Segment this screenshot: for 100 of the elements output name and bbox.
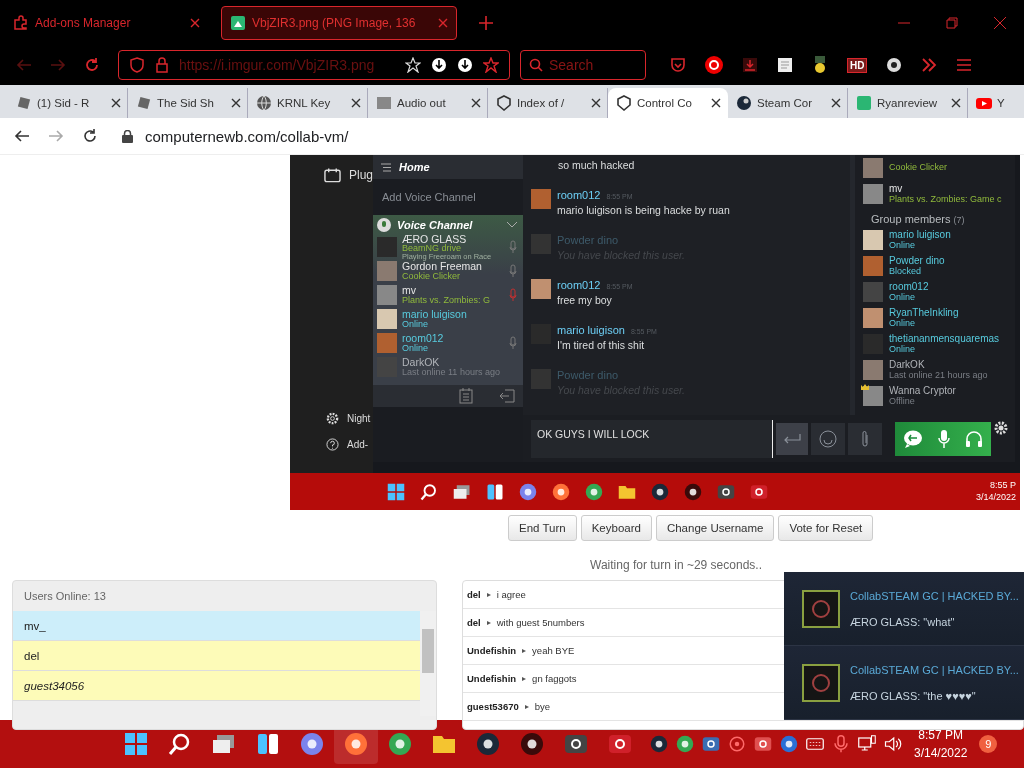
overflow-icon[interactable]: [921, 57, 938, 73]
member-name[interactable]: DarkOK: [889, 360, 988, 371]
close-icon[interactable]: [951, 98, 961, 108]
member-name[interactable]: room012: [889, 282, 929, 293]
user-row[interactable]: guest34056: [13, 671, 420, 701]
search-icon[interactable]: [419, 482, 438, 501]
close-icon[interactable]: [231, 98, 241, 108]
browser-tab[interactable]: Control Co: [608, 88, 728, 118]
member-name[interactable]: Gordon Freeman: [402, 261, 504, 272]
vm-control-button[interactable]: Vote for Reset: [778, 515, 874, 541]
star-icon[interactable]: [483, 57, 499, 73]
vm-screen[interactable]: [290, 155, 1020, 510]
widgets-icon[interactable]: [256, 732, 280, 756]
app-icon[interactable]: [520, 732, 544, 756]
tray-icon[interactable]: [650, 735, 668, 753]
member-name[interactable]: room012: [402, 333, 504, 344]
mic-icon[interactable]: [938, 428, 950, 449]
menu-item[interactable]: Night: [347, 412, 371, 424]
windows-logo-icon[interactable]: [124, 732, 148, 756]
notification-toast[interactable]: CollabSTEAM GC | HACKED BY... ÆRO GLASS: "the ♥♥♥♥": [784, 646, 1024, 720]
play-icon: [976, 95, 992, 111]
avatar: [531, 189, 551, 209]
chat-bubble-icon[interactable]: [902, 429, 923, 448]
camera-icon[interactable]: [749, 482, 768, 501]
member-status: Plants vs. Zombies: G: [402, 295, 492, 305]
vm-control-button[interactable]: End Turn: [508, 515, 577, 541]
notification-text: ÆRO GLASS: "what": [850, 615, 956, 628]
widgets-icon[interactable]: [485, 482, 504, 501]
member-status: Cookie Clicker: [402, 271, 462, 281]
avatar: [377, 309, 397, 329]
tray-icon[interactable]: [676, 735, 694, 753]
reload-icon[interactable]: [82, 128, 98, 144]
search-icon[interactable]: [168, 732, 192, 756]
close-icon[interactable]: [111, 98, 121, 108]
task-view-icon[interactable]: [212, 732, 236, 756]
member-name[interactable]: mario luigison: [402, 309, 517, 320]
menu-item[interactable]: Plug: [348, 168, 373, 182]
notepad-icon[interactable]: [459, 388, 473, 404]
add-voice-channel[interactable]: Add Voice Channel: [373, 179, 523, 215]
menu-item[interactable]: Add-: [347, 438, 369, 450]
emoji-button[interactable]: [811, 422, 845, 455]
member-name[interactable]: Powder dino: [889, 256, 945, 267]
network-icon[interactable]: [858, 735, 876, 753]
user-row[interactable]: mv_: [13, 611, 420, 641]
member-name[interactable]: ÆRO GLASS: [402, 233, 504, 244]
windows-logo-icon[interactable]: [386, 482, 405, 501]
message-author[interactable]: mario luigison: [557, 324, 625, 336]
member-name[interactable]: DarkOK: [402, 357, 517, 368]
member-name[interactable]: thetiananmensquaremas: [889, 334, 1000, 345]
attach-button[interactable]: [848, 422, 882, 455]
note-icon[interactable]: [777, 57, 793, 73]
close-icon[interactable]: [471, 98, 481, 108]
message-author[interactable]: room012: [557, 279, 601, 291]
task-view-icon[interactable]: [452, 482, 471, 501]
menu-icon[interactable]: [956, 58, 973, 72]
back-icon[interactable]: [14, 128, 30, 144]
member-name[interactable]: mv: [889, 184, 1002, 195]
headphones-icon[interactable]: [965, 429, 984, 448]
search-field[interactable]: Search: [520, 50, 646, 80]
member-status: Last online 21 hours ago: [889, 370, 988, 380]
tray-icon[interactable]: [780, 735, 798, 753]
browser-tab[interactable]: Y: [968, 88, 1024, 118]
message-author[interactable]: room012: [557, 189, 601, 201]
exit-icon[interactable]: [499, 389, 515, 403]
app-icon[interactable]: [716, 482, 735, 501]
address-field[interactable]: computernewb.com/collab-vm/: [122, 127, 349, 145]
hd-badge[interactable]: HD: [847, 57, 868, 73]
download-icon[interactable]: [457, 57, 473, 73]
new-tab-icon[interactable]: [479, 15, 493, 30]
record-icon[interactable]: [705, 56, 723, 74]
turn-status: Waiting for turn in ~29 seconds..: [590, 558, 763, 572]
member-name[interactable]: Wanna Cryptor: [889, 386, 956, 397]
settings-icon[interactable]: [994, 421, 1008, 435]
vm-control-button[interactable]: Change Username: [655, 515, 775, 541]
keyboard-icon[interactable]: [806, 735, 824, 753]
browser-tab[interactable]: Add-ons Manager: [4, 5, 209, 40]
app-icon[interactable]: [564, 732, 588, 756]
send-button[interactable]: [776, 422, 808, 455]
close-icon[interactable]: [711, 98, 721, 108]
browser-tab[interactable]: VbjZIR3.png (PNG Image, 136: [221, 5, 457, 40]
close-icon[interactable]: [831, 98, 841, 108]
chevron-icon[interactable]: [507, 222, 517, 228]
user-row[interactable]: del: [13, 641, 420, 671]
close-icon[interactable]: [351, 98, 361, 108]
volume-icon[interactable]: [884, 735, 902, 753]
restore-icon[interactable]: [946, 16, 958, 29]
home-header[interactable]: Home: [373, 155, 523, 179]
vm-control-button[interactable]: Keyboard: [580, 515, 652, 541]
enter-icon: [783, 433, 801, 444]
member-name[interactable]: mv: [402, 285, 504, 296]
pocket-icon[interactable]: [670, 57, 686, 73]
download-icon[interactable]: [431, 57, 447, 73]
camera-icon[interactable]: [608, 732, 632, 756]
camera-icon[interactable]: [754, 735, 772, 753]
app-icon[interactable]: [683, 482, 702, 501]
notification-toast[interactable]: CollabSTEAM GC | HACKED BY... ÆRO GLASS: "what": [784, 572, 1024, 646]
close-icon[interactable]: [591, 98, 601, 108]
member-name[interactable]: RyanTheInkling: [889, 308, 959, 319]
member-name[interactable]: mario luigison: [889, 230, 951, 241]
message-input[interactable]: OK GUYS I WILL LOCK: [531, 419, 773, 458]
